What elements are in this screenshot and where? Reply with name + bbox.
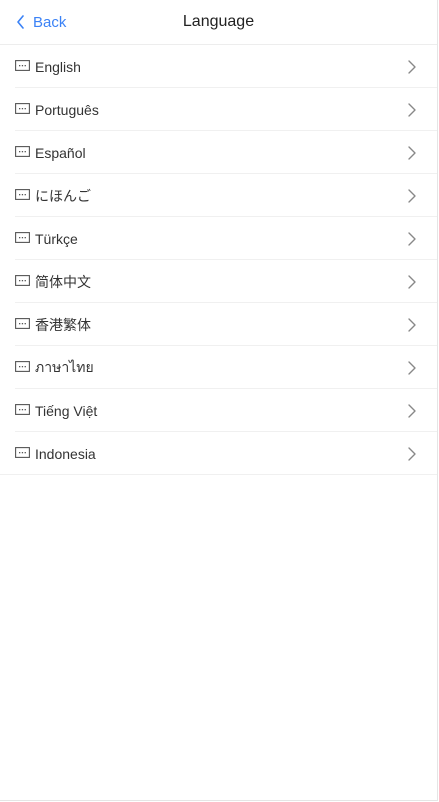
message-icon xyxy=(15,275,30,286)
language-label: Português xyxy=(35,101,99,118)
language-label: Indonesia xyxy=(35,445,96,462)
message-icon xyxy=(15,232,30,243)
language-label: English xyxy=(35,58,81,75)
message-icon xyxy=(15,146,30,157)
chevron-left-icon xyxy=(17,15,24,29)
back-button[interactable]: Back xyxy=(16,0,66,44)
language-item-traditional-chinese[interactable]: 香港繁体 xyxy=(0,303,437,346)
language-label: にほんご xyxy=(35,187,91,204)
chevron-right-icon xyxy=(407,188,417,204)
back-label: Back xyxy=(33,13,67,31)
language-list: English Português Español にほんご Türkçe 简体… xyxy=(0,45,437,475)
language-label: 香港繁体 xyxy=(35,316,91,333)
chevron-right-icon xyxy=(407,59,417,75)
language-item-turkce[interactable]: Türkçe xyxy=(0,217,437,260)
chevron-right-icon xyxy=(407,317,417,333)
message-icon xyxy=(15,60,30,71)
language-item-portugues[interactable]: Português xyxy=(0,88,437,131)
message-icon xyxy=(15,361,30,372)
message-icon xyxy=(15,318,30,329)
chevron-right-icon xyxy=(407,274,417,290)
language-label: Español xyxy=(35,144,86,161)
language-label: Tiếng Việt xyxy=(35,402,98,419)
chevron-right-icon xyxy=(407,231,417,247)
message-icon xyxy=(15,103,30,114)
chevron-right-icon xyxy=(407,145,417,161)
chevron-right-icon xyxy=(407,102,417,118)
message-icon xyxy=(15,447,30,458)
language-item-simplified-chinese[interactable]: 简体中文 xyxy=(0,260,437,303)
nav-bar: Language Back xyxy=(0,0,437,45)
language-item-indonesia[interactable]: Indonesia xyxy=(0,432,437,475)
language-label: Türkçe xyxy=(35,230,78,247)
message-icon xyxy=(15,189,30,200)
message-icon xyxy=(15,404,30,415)
chevron-right-icon xyxy=(407,403,417,419)
language-label: 简体中文 xyxy=(35,273,91,290)
chevron-right-icon xyxy=(407,360,417,376)
language-item-english[interactable]: English xyxy=(0,45,437,88)
language-item-thai[interactable]: ภาษาไทย xyxy=(0,346,437,389)
language-item-espanol[interactable]: Español xyxy=(0,131,437,174)
language-label: ภาษาไทย xyxy=(35,358,94,375)
chevron-right-icon xyxy=(407,446,417,462)
language-item-vietnamese[interactable]: Tiếng Việt xyxy=(0,389,437,432)
language-item-japanese[interactable]: にほんご xyxy=(0,174,437,217)
language-screen: Language Back English Português Español … xyxy=(0,0,438,801)
